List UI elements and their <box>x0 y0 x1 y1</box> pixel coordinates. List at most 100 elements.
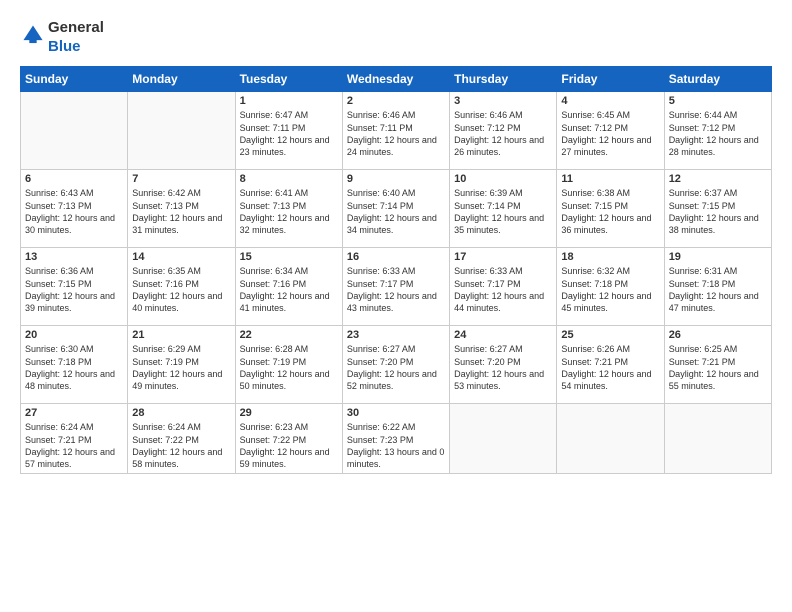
day-number: 13 <box>25 251 123 263</box>
calendar-cell: 20 Sunrise: 6:30 AM Sunset: 7:18 PM Dayli… <box>21 326 128 404</box>
day-info: Sunrise: 6:32 AM Sunset: 7:18 PM Dayligh… <box>561 265 659 314</box>
day-number: 16 <box>347 251 445 263</box>
day-number: 17 <box>454 251 552 263</box>
calendar-cell: 27 Sunrise: 6:24 AM Sunset: 7:21 PM Dayli… <box>21 404 128 474</box>
weekday-header: Sunday <box>21 67 128 92</box>
calendar-cell: 23 Sunrise: 6:27 AM Sunset: 7:20 PM Dayli… <box>342 326 449 404</box>
day-info: Sunrise: 6:33 AM Sunset: 7:17 PM Dayligh… <box>454 265 552 314</box>
logo-general-text: General <box>48 19 104 36</box>
calendar-cell: 16 Sunrise: 6:33 AM Sunset: 7:17 PM Dayli… <box>342 248 449 326</box>
day-number: 28 <box>132 407 230 419</box>
day-number: 25 <box>561 329 659 341</box>
logo-icon <box>22 24 44 46</box>
calendar-cell: 17 Sunrise: 6:33 AM Sunset: 7:17 PM Dayli… <box>450 248 557 326</box>
calendar-cell: 4 Sunrise: 6:45 AM Sunset: 7:12 PM Daylig… <box>557 92 664 170</box>
calendar-cell: 5 Sunrise: 6:44 AM Sunset: 7:12 PM Daylig… <box>664 92 771 170</box>
day-info: Sunrise: 6:24 AM Sunset: 7:22 PM Dayligh… <box>132 421 230 470</box>
calendar-cell <box>450 404 557 474</box>
calendar-week-row: 27 Sunrise: 6:24 AM Sunset: 7:21 PM Dayli… <box>21 404 772 474</box>
day-number: 14 <box>132 251 230 263</box>
calendar-cell <box>664 404 771 474</box>
day-info: Sunrise: 6:24 AM Sunset: 7:21 PM Dayligh… <box>25 421 123 470</box>
logo: General Blue <box>20 18 104 56</box>
calendar-cell: 24 Sunrise: 6:27 AM Sunset: 7:20 PM Dayli… <box>450 326 557 404</box>
day-info: Sunrise: 6:33 AM Sunset: 7:17 PM Dayligh… <box>347 265 445 314</box>
day-number: 3 <box>454 95 552 107</box>
calendar-cell: 15 Sunrise: 6:34 AM Sunset: 7:16 PM Dayli… <box>235 248 342 326</box>
day-info: Sunrise: 6:44 AM Sunset: 7:12 PM Dayligh… <box>669 109 767 158</box>
day-number: 20 <box>25 329 123 341</box>
day-number: 4 <box>561 95 659 107</box>
calendar-week-row: 6 Sunrise: 6:43 AM Sunset: 7:13 PM Daylig… <box>21 170 772 248</box>
weekday-header: Tuesday <box>235 67 342 92</box>
weekday-header: Monday <box>128 67 235 92</box>
calendar-cell <box>21 92 128 170</box>
day-info: Sunrise: 6:26 AM Sunset: 7:21 PM Dayligh… <box>561 343 659 392</box>
day-number: 10 <box>454 173 552 185</box>
day-info: Sunrise: 6:28 AM Sunset: 7:19 PM Dayligh… <box>240 343 338 392</box>
day-number: 24 <box>454 329 552 341</box>
day-info: Sunrise: 6:41 AM Sunset: 7:13 PM Dayligh… <box>240 187 338 236</box>
calendar-cell: 12 Sunrise: 6:37 AM Sunset: 7:15 PM Dayli… <box>664 170 771 248</box>
day-number: 12 <box>669 173 767 185</box>
calendar-cell: 9 Sunrise: 6:40 AM Sunset: 7:14 PM Daylig… <box>342 170 449 248</box>
calendar-cell: 22 Sunrise: 6:28 AM Sunset: 7:19 PM Dayli… <box>235 326 342 404</box>
calendar-cell: 8 Sunrise: 6:41 AM Sunset: 7:13 PM Daylig… <box>235 170 342 248</box>
calendar-cell: 13 Sunrise: 6:36 AM Sunset: 7:15 PM Dayli… <box>21 248 128 326</box>
day-number: 6 <box>25 173 123 185</box>
day-number: 8 <box>240 173 338 185</box>
day-info: Sunrise: 6:45 AM Sunset: 7:12 PM Dayligh… <box>561 109 659 158</box>
day-info: Sunrise: 6:31 AM Sunset: 7:18 PM Dayligh… <box>669 265 767 314</box>
weekday-header: Wednesday <box>342 67 449 92</box>
calendar-cell: 7 Sunrise: 6:42 AM Sunset: 7:13 PM Daylig… <box>128 170 235 248</box>
day-info: Sunrise: 6:25 AM Sunset: 7:21 PM Dayligh… <box>669 343 767 392</box>
day-info: Sunrise: 6:37 AM Sunset: 7:15 PM Dayligh… <box>669 187 767 236</box>
day-info: Sunrise: 6:29 AM Sunset: 7:19 PM Dayligh… <box>132 343 230 392</box>
day-number: 1 <box>240 95 338 107</box>
calendar-week-row: 13 Sunrise: 6:36 AM Sunset: 7:15 PM Dayli… <box>21 248 772 326</box>
day-info: Sunrise: 6:30 AM Sunset: 7:18 PM Dayligh… <box>25 343 123 392</box>
calendar-cell: 29 Sunrise: 6:23 AM Sunset: 7:22 PM Dayli… <box>235 404 342 474</box>
calendar-cell: 1 Sunrise: 6:47 AM Sunset: 7:11 PM Daylig… <box>235 92 342 170</box>
calendar-cell: 10 Sunrise: 6:39 AM Sunset: 7:14 PM Dayli… <box>450 170 557 248</box>
day-info: Sunrise: 6:42 AM Sunset: 7:13 PM Dayligh… <box>132 187 230 236</box>
day-info: Sunrise: 6:22 AM Sunset: 7:23 PM Dayligh… <box>347 421 445 470</box>
day-info: Sunrise: 6:47 AM Sunset: 7:11 PM Dayligh… <box>240 109 338 158</box>
day-info: Sunrise: 6:36 AM Sunset: 7:15 PM Dayligh… <box>25 265 123 314</box>
calendar-cell <box>557 404 664 474</box>
calendar-table: SundayMondayTuesdayWednesdayThursdayFrid… <box>20 66 772 474</box>
calendar-cell: 25 Sunrise: 6:26 AM Sunset: 7:21 PM Dayli… <box>557 326 664 404</box>
day-number: 7 <box>132 173 230 185</box>
calendar-week-row: 1 Sunrise: 6:47 AM Sunset: 7:11 PM Daylig… <box>21 92 772 170</box>
day-number: 27 <box>25 407 123 419</box>
day-number: 26 <box>669 329 767 341</box>
logo-blue-text: Blue <box>48 38 81 55</box>
day-info: Sunrise: 6:39 AM Sunset: 7:14 PM Dayligh… <box>454 187 552 236</box>
calendar-cell: 26 Sunrise: 6:25 AM Sunset: 7:21 PM Dayli… <box>664 326 771 404</box>
day-info: Sunrise: 6:43 AM Sunset: 7:13 PM Dayligh… <box>25 187 123 236</box>
calendar-cell: 11Sunrise: 6:38 AM Sunset: 7:15 PM Dayli… <box>557 170 664 248</box>
day-number: 15 <box>240 251 338 263</box>
day-info: Sunrise: 6:27 AM Sunset: 7:20 PM Dayligh… <box>347 343 445 392</box>
day-number: 23 <box>347 329 445 341</box>
calendar-cell: 28 Sunrise: 6:24 AM Sunset: 7:22 PM Dayli… <box>128 404 235 474</box>
day-info: Sunrise: 6:40 AM Sunset: 7:14 PM Dayligh… <box>347 187 445 236</box>
day-number: 19 <box>669 251 767 263</box>
day-number: 29 <box>240 407 338 419</box>
weekday-header: Saturday <box>664 67 771 92</box>
day-number: 9 <box>347 173 445 185</box>
day-info: Sunrise: 6:34 AM Sunset: 7:16 PM Dayligh… <box>240 265 338 314</box>
calendar-cell: 19 Sunrise: 6:31 AM Sunset: 7:18 PM Dayli… <box>664 248 771 326</box>
weekday-header: Thursday <box>450 67 557 92</box>
header: General Blue <box>20 18 772 56</box>
day-number: 22 <box>240 329 338 341</box>
day-info: Sunrise: 6:38 AM Sunset: 7:15 PM Dayligh… <box>561 187 659 236</box>
day-info: Sunrise: 6:46 AM Sunset: 7:12 PM Dayligh… <box>454 109 552 158</box>
day-info: Sunrise: 6:23 AM Sunset: 7:22 PM Dayligh… <box>240 421 338 470</box>
day-info: Sunrise: 6:46 AM Sunset: 7:11 PM Dayligh… <box>347 109 445 158</box>
day-info: Sunrise: 6:35 AM Sunset: 7:16 PM Dayligh… <box>132 265 230 314</box>
day-info: Sunrise: 6:27 AM Sunset: 7:20 PM Dayligh… <box>454 343 552 392</box>
calendar-cell <box>128 92 235 170</box>
calendar-cell: 18Sunrise: 6:32 AM Sunset: 7:18 PM Dayli… <box>557 248 664 326</box>
day-number: 5 <box>669 95 767 107</box>
